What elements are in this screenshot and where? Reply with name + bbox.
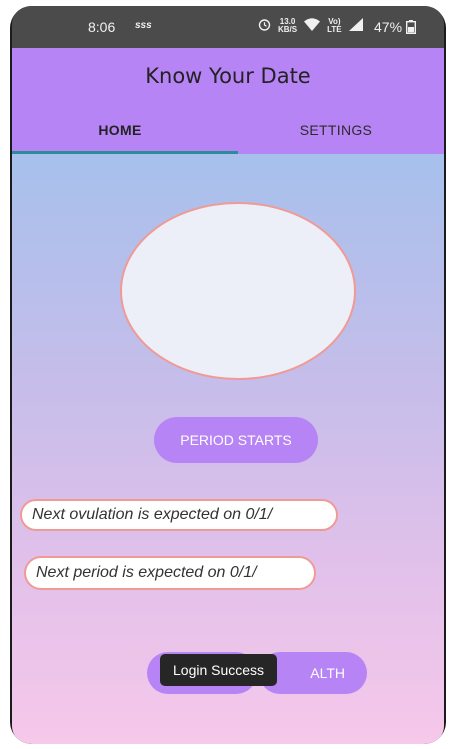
status-icons: 13.0 KB/S Vo) LTE: [258, 18, 363, 34]
tab-settings[interactable]: SETTINGS: [228, 122, 444, 138]
volte-badge: Vo) LTE: [327, 18, 342, 34]
app-bar: Know Your Date HOME SETTINGS: [12, 48, 444, 154]
period-info: Next period is expected on 0/1/: [24, 556, 316, 590]
battery-percent: 47%: [374, 19, 403, 35]
signal-icon: [348, 18, 363, 34]
app-title: Know Your Date: [145, 64, 311, 88]
volte-bottom: LTE: [327, 25, 342, 34]
tab-home[interactable]: HOME: [12, 122, 228, 138]
period-starts-button[interactable]: PERIOD STARTS: [154, 417, 318, 463]
cycle-circle: [120, 202, 356, 380]
alarm-icon: [258, 18, 271, 34]
network-speed: 13.0 KB/S: [278, 18, 297, 34]
status-extra: sss: [135, 20, 152, 31]
battery-status: 47%: [374, 19, 416, 35]
phone-frame: 8:06 sss 13.0 KB/S Vo) LTE 47% Know Your…: [10, 6, 446, 744]
battery-icon: [405, 19, 416, 35]
network-speed-unit: KB/S: [278, 25, 298, 34]
ovulation-info: Next ovulation is expected on 0/1/: [20, 499, 338, 531]
toast-message: Login Success: [160, 654, 278, 686]
status-bar: 8:06 sss 13.0 KB/S Vo) LTE 47%: [12, 6, 444, 48]
status-time: 8:06: [88, 19, 116, 35]
screen: 8:06 sss 13.0 KB/S Vo) LTE 47% Know Your…: [12, 6, 444, 744]
wifi-icon: [304, 18, 321, 34]
